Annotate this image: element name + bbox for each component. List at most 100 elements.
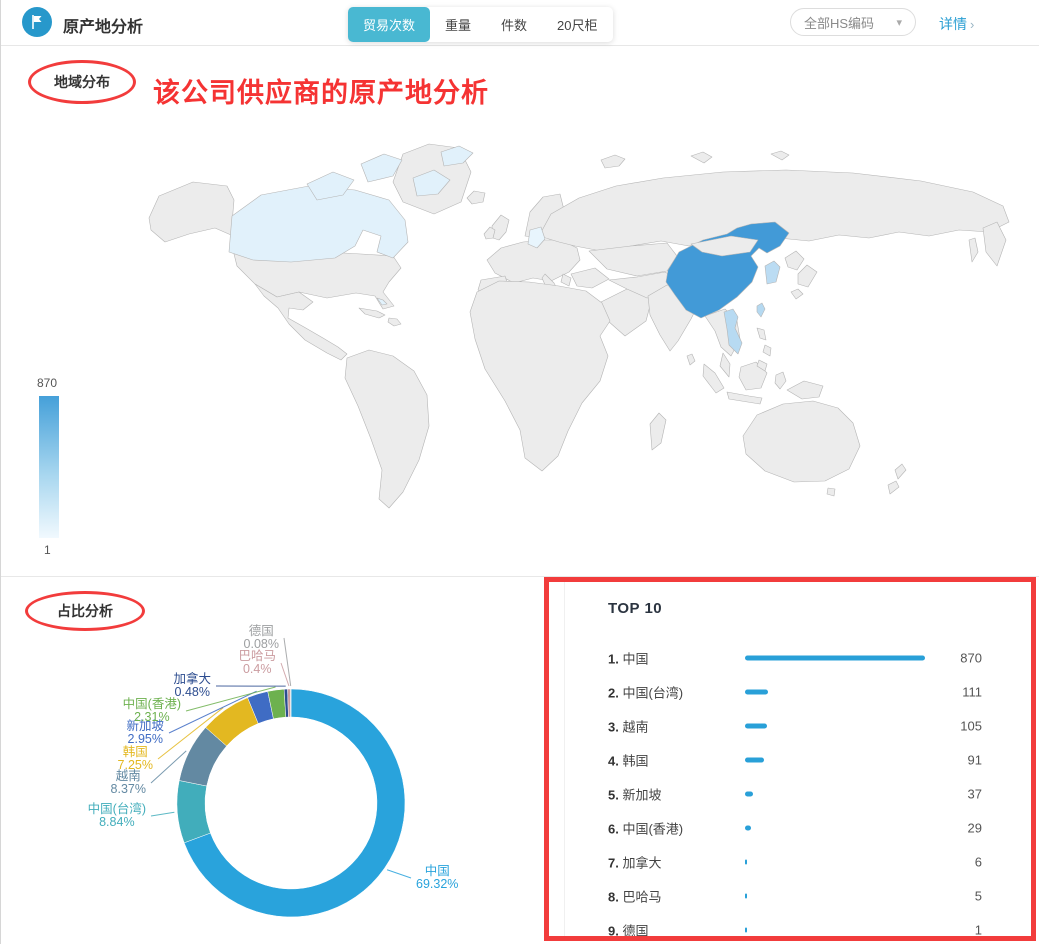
region-badge: 地域分布	[28, 60, 136, 104]
top10-row-name: 7. 加拿大	[608, 853, 661, 872]
island-java	[727, 392, 762, 404]
donut-slice[interactable]	[177, 781, 210, 843]
metric-tab[interactable]: 20尺柜	[542, 7, 612, 42]
top10-row-name: 6. 中国(香港)	[608, 819, 683, 838]
country-taiwan[interactable]	[757, 303, 765, 317]
country-iceland	[467, 191, 485, 204]
country-turkey	[571, 268, 609, 288]
top10-row: 1. 中国 870	[565, 641, 1037, 675]
top10-row-value: 105	[960, 719, 982, 734]
donut-label-line	[387, 870, 411, 878]
top10-row-name: 4. 韩国	[608, 751, 648, 770]
top10-row-bar	[745, 860, 747, 865]
country-new-zealand	[888, 464, 906, 494]
top10-row-value: 6	[975, 855, 982, 870]
country-africa	[470, 281, 610, 471]
metric-tabs: 贸易次数重量件数20尺柜	[348, 7, 613, 42]
top10-panel: TOP 10 1. 中国 870 2. 中国(台湾) 111 3. 越南 105 4. 韩国…	[564, 578, 1037, 941]
country-south-korea[interactable]	[765, 261, 780, 284]
hs-code-value: 全部HS编码	[804, 13, 874, 32]
top10-row-bar	[745, 894, 747, 899]
donut-label-line	[151, 812, 174, 816]
donut-label: 加拿大0.48%	[173, 673, 211, 699]
world-map-chart[interactable]	[131, 140, 1036, 532]
header: 原产地分析 贸易次数重量件数20尺柜 全部HS编码 ▾ 详情›	[1, 0, 1039, 46]
top10-row-value: 111	[962, 685, 982, 700]
top10-row-bar	[745, 928, 747, 933]
chevron-down-icon: ▾	[896, 16, 902, 29]
share-badge-label: 占比分析	[57, 601, 113, 621]
top10-row-bar	[745, 792, 753, 797]
top10-row-bar	[745, 724, 767, 729]
top10-row-value: 29	[968, 821, 982, 836]
top10-title: TOP 10	[608, 600, 662, 617]
top10-row: 5. 新加坡 37	[565, 777, 1037, 811]
island-hispaniola	[388, 318, 401, 326]
island-madagascar	[650, 413, 666, 450]
region-kamchatka	[983, 222, 1006, 266]
metric-tab[interactable]: 重量	[430, 7, 486, 42]
donut-label: 韩国7.25%	[118, 746, 153, 772]
world-map-svg	[131, 140, 1036, 532]
chevron-right-icon: ›	[970, 17, 974, 32]
metric-tab[interactable]: 贸易次数	[348, 7, 430, 42]
donut-label: 越南8.37%	[111, 770, 146, 796]
top10-row-name: 2. 中国(台湾)	[608, 683, 683, 702]
island-srilanka	[687, 354, 695, 365]
top10-row: 9. 德国1	[565, 913, 1037, 944]
page-title: 原产地分析	[63, 13, 143, 37]
country-south-america	[345, 350, 429, 508]
top10-row: 6. 中国(香港) 29	[565, 811, 1037, 845]
top10-row-value: 91	[968, 753, 982, 768]
region-malay	[720, 353, 730, 377]
origin-analysis-page: 原产地分析 贸易次数重量件数20尺柜 全部HS编码 ▾ 详情› 地域分布 该公司…	[0, 0, 1039, 944]
top10-row: 7. 加拿大 6	[565, 845, 1037, 879]
island-tasmania	[827, 488, 835, 496]
legend-min-value: 1	[44, 543, 75, 557]
top10-row: 4. 韩国 91	[565, 743, 1037, 777]
top10-row-bar	[745, 690, 768, 695]
donut-label: 巴哈马0.4%	[238, 650, 276, 676]
island-cuba	[359, 308, 385, 318]
top10-row-value: 37	[968, 787, 982, 802]
islands-arctic	[601, 151, 789, 168]
legend-max-value: 870	[37, 376, 75, 390]
top10-row-name: 5. 新加坡	[608, 785, 661, 804]
country-japan	[785, 251, 817, 299]
top10-row-value: 1	[975, 923, 982, 938]
flag-icon	[29, 14, 45, 30]
share-badge: 占比分析	[25, 591, 145, 631]
island-sulawesi	[775, 372, 786, 389]
country-uk	[492, 215, 509, 240]
donut-slice[interactable]	[290, 689, 291, 717]
country-ireland	[484, 227, 495, 239]
hs-code-select[interactable]: 全部HS编码 ▾	[790, 8, 916, 36]
top10-row-bar	[745, 656, 925, 661]
donut-svg	[21, 577, 561, 944]
app-logo	[22, 7, 52, 37]
top10-row: 8. 巴哈马5	[565, 879, 1037, 913]
legend-gradient-bar	[39, 396, 59, 538]
donut-label: 中国(香港)2.31%	[123, 698, 181, 724]
country-alaska	[149, 182, 234, 242]
top10-row-bar	[745, 826, 751, 831]
top10-row-name: 1. 中国	[608, 649, 648, 668]
country-philippines	[757, 328, 771, 371]
metric-tab[interactable]: 件数	[486, 7, 542, 42]
top10-row: 2. 中国(台湾) 111	[565, 675, 1037, 709]
region-balkans	[561, 274, 571, 286]
detail-link[interactable]: 详情›	[939, 14, 974, 34]
donut-label: 德国0.08%	[244, 625, 279, 651]
donut-label: 中国69.32%	[416, 865, 458, 891]
top10-row-bar	[745, 758, 764, 763]
donut-label: 中国(台湾)8.84%	[88, 803, 146, 829]
top10-row-name: 3. 越南	[608, 717, 648, 736]
region-badge-label: 地域分布	[54, 72, 110, 92]
donut-chart[interactable]: 中国69.32%中国(台湾)8.84%越南8.37%韩国7.25%新加坡2.95…	[21, 577, 561, 944]
donut-label-line	[284, 638, 291, 686]
top10-row-value: 870	[960, 651, 982, 666]
country-australia	[743, 401, 860, 482]
island-sakhalin	[969, 238, 978, 262]
red-annotation-text: 该公司供应商的原产地分析	[153, 71, 489, 110]
top10-row: 3. 越南 105	[565, 709, 1037, 743]
